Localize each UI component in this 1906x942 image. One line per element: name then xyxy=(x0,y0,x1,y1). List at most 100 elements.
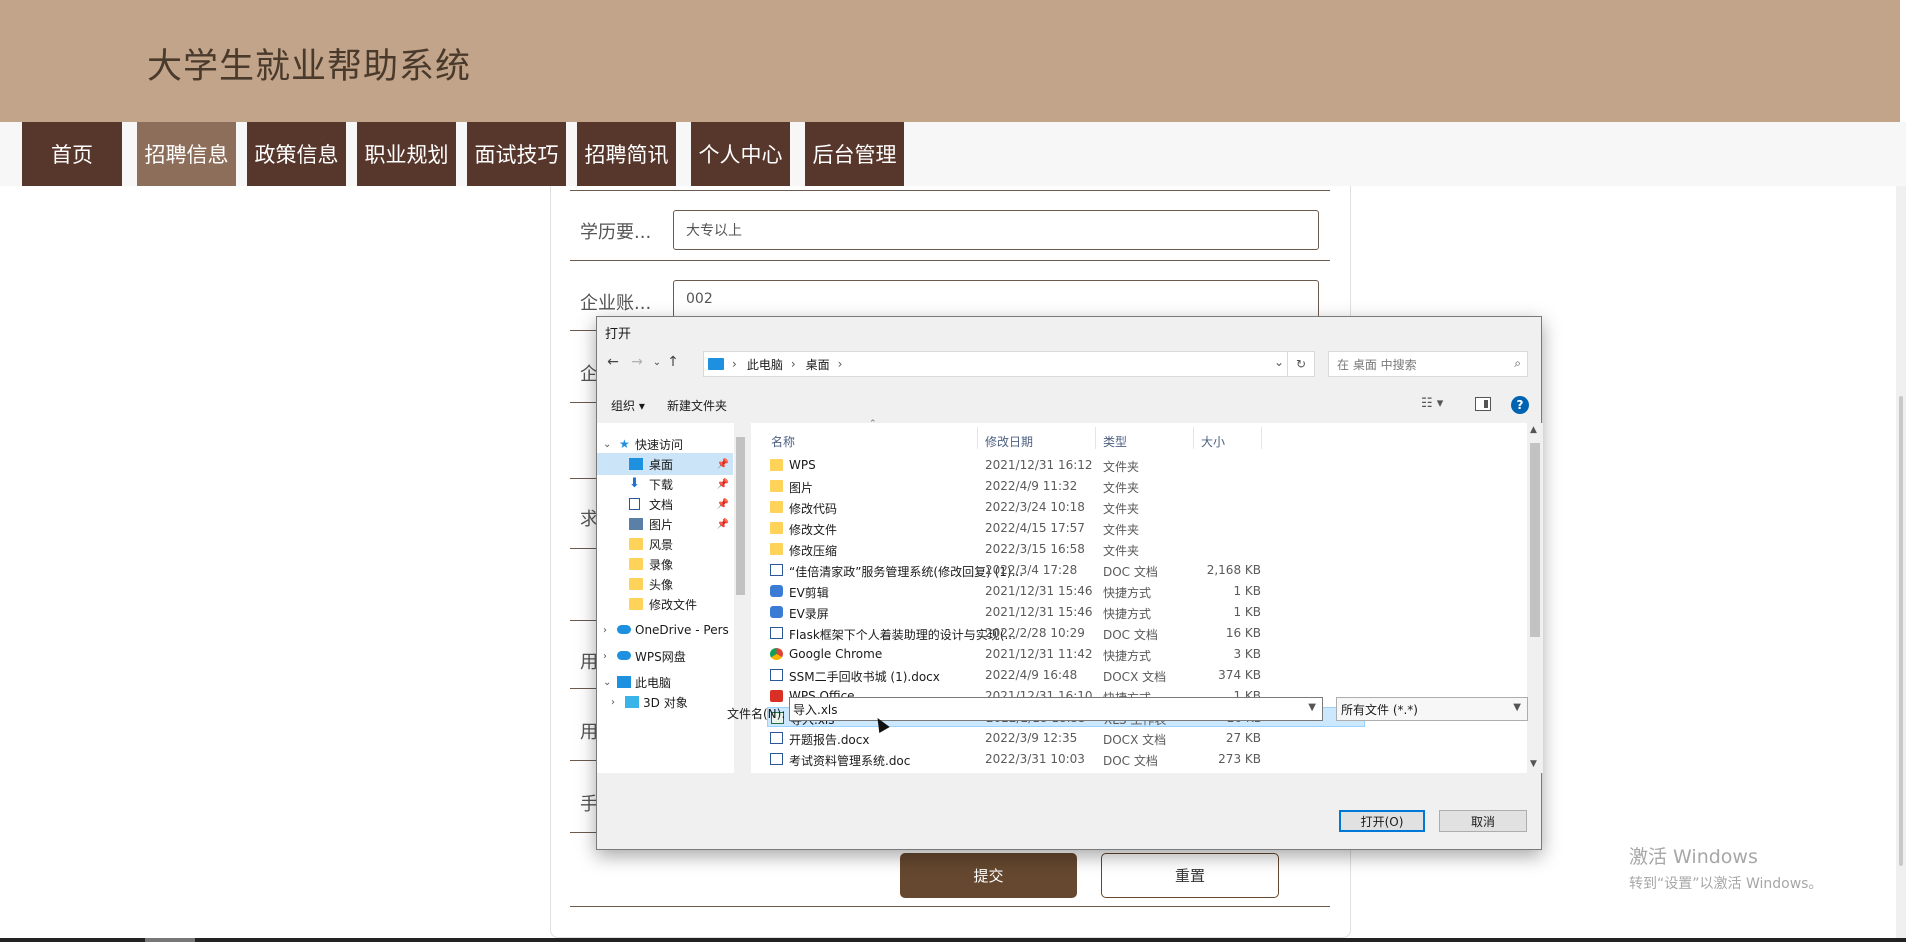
folder-icon xyxy=(629,578,643,590)
file-row[interactable]: WPS 2021/12/31 16:12 文件夹 xyxy=(767,455,1365,475)
file-row[interactable]: Flask框架下个人着装助理的设计与实现(... 2022/2/28 10:29 D… xyxy=(767,623,1365,643)
doc-icon xyxy=(770,669,783,681)
chevron-right-icon[interactable]: › xyxy=(603,625,607,636)
file-row[interactable]: 修改压缩 2022/3/15 16:58 文件夹 xyxy=(767,539,1365,559)
nav-folder-modified-files[interactable]: 修改文件 xyxy=(597,593,733,615)
nav-desktop[interactable]: 桌面 📌 xyxy=(597,453,733,475)
watermark-line2: 转到“设置”以激活 Windows。 xyxy=(1629,876,1823,892)
pin-icon: 📌 xyxy=(716,498,729,510)
submit-button[interactable]: 提交 xyxy=(900,853,1077,898)
column-header-name[interactable]: 名称 xyxy=(771,433,795,450)
file-row[interactable]: “佳倍清家政”服务管理系统(修改回复) (1)... 2022/3/4 17:28… xyxy=(767,560,1365,580)
folder-icon xyxy=(770,501,783,513)
column-header-type[interactable]: 类型 xyxy=(1103,433,1127,450)
site-header: 大学生就业帮助系统 xyxy=(0,0,1900,122)
nav-pictures[interactable]: 图片 📌 xyxy=(597,513,733,535)
nav-onedrive[interactable]: › OneDrive - Pers xyxy=(597,619,733,641)
page-scrollbar-thumb[interactable] xyxy=(1899,396,1903,866)
column-header-size[interactable]: 大小 xyxy=(1201,433,1225,450)
document-icon xyxy=(629,498,640,510)
file-row[interactable]: EV录屏 2021/12/31 15:46 快捷方式 1 KB xyxy=(767,602,1365,622)
new-folder-button[interactable]: 新建文件夹 xyxy=(667,397,727,414)
help-icon[interactable]: ? xyxy=(1511,396,1529,414)
address-bar[interactable]: › 此电脑 › 桌面 › ⌄ xyxy=(703,351,1293,377)
education-label: 学历要... xyxy=(580,222,652,243)
file-list-scrollbar[interactable]: ▲ ▼ xyxy=(1527,423,1543,773)
divider xyxy=(570,330,598,331)
view-options-icon[interactable]: ☷ ▾ xyxy=(1421,396,1443,411)
wps-icon xyxy=(770,690,783,702)
nav-folder-avatars[interactable]: 头像 xyxy=(597,573,733,595)
forward-arrow-icon[interactable]: → xyxy=(627,351,647,373)
3d-objects-icon xyxy=(625,696,639,708)
file-row[interactable]: 图片 2022/4/9 11:32 文件夹 xyxy=(767,476,1365,496)
nav-documents[interactable]: 文档 📌 xyxy=(597,493,733,515)
picture-icon xyxy=(629,518,643,530)
filename-input[interactable]: 导入.xls ▼ xyxy=(789,697,1323,721)
nav-quick-access[interactable]: ⌄ ★ 快速访问 xyxy=(597,433,733,455)
preview-pane-icon[interactable] xyxy=(1475,397,1491,411)
divider xyxy=(570,620,598,621)
chevron-down-icon[interactable]: ⌄ xyxy=(603,677,611,688)
nav-item-home[interactable]: 首页 xyxy=(22,122,122,186)
taskbar-edge xyxy=(0,938,1906,942)
page-scrollbar[interactable] xyxy=(1896,186,1906,942)
shortcut-icon xyxy=(770,585,783,597)
folder-icon xyxy=(770,522,783,534)
reset-button[interactable]: 重置 xyxy=(1101,853,1279,898)
nav-item-job-briefs[interactable]: 招聘简讯 xyxy=(577,122,676,186)
chrome-icon xyxy=(770,648,783,660)
address-dropdown-icon[interactable]: ⌄ xyxy=(1274,355,1284,369)
search-input[interactable]: 在 桌面 中搜索 ⌕ xyxy=(1328,351,1528,377)
breadcrumb-desktop[interactable]: 桌面 xyxy=(806,356,830,373)
nav-item-recruitment[interactable]: 招聘信息 xyxy=(137,122,236,186)
file-row[interactable]: Google Chrome 2021/12/31 11:42 快捷方式 3 KB xyxy=(767,644,1365,664)
folder-icon xyxy=(770,459,783,471)
nav-item-interview-tips[interactable]: 面试技巧 xyxy=(467,122,566,186)
chevron-down-icon[interactable]: ⌄ xyxy=(603,439,611,450)
onedrive-icon xyxy=(617,625,631,634)
chevron-down-icon[interactable]: ▼ xyxy=(1308,702,1316,713)
nav-item-admin[interactable]: 后台管理 xyxy=(805,122,904,186)
divider xyxy=(570,832,598,833)
file-row[interactable]: 开题报告.docx 2022/3/9 12:35 DOCX 文档 27 KB xyxy=(767,728,1365,748)
open-button[interactable]: 打开(O) xyxy=(1339,810,1425,832)
windows-activation-watermark: 激活 Windows 转到“设置”以激活 Windows。 xyxy=(1629,842,1822,893)
filename-label: 文件名(N): xyxy=(727,707,786,721)
column-header-date[interactable]: 修改日期 xyxy=(985,433,1033,450)
file-type-select[interactable]: 所有文件 (*.*) ▼ xyxy=(1336,697,1528,721)
nav-wps-cloud[interactable]: › WPS网盘 xyxy=(597,645,733,667)
scroll-up-icon[interactable]: ▲ xyxy=(1530,425,1537,435)
doc-icon xyxy=(770,732,783,744)
nav-folder-recordings[interactable]: 录像 xyxy=(597,553,733,575)
back-arrow-icon[interactable]: ← xyxy=(603,351,623,373)
divider xyxy=(570,260,1330,261)
cancel-button[interactable]: 取消 xyxy=(1439,810,1527,832)
nav-item-policy[interactable]: 政策信息 xyxy=(247,122,346,186)
up-arrow-icon[interactable]: ↑ xyxy=(663,351,683,373)
nav-item-career-planning[interactable]: 职业规划 xyxy=(357,122,456,186)
nav-downloads[interactable]: ⬇ 下载 📌 xyxy=(597,473,733,495)
doc-icon xyxy=(770,753,783,765)
breadcrumb-this-pc[interactable]: 此电脑 xyxy=(747,356,783,373)
nav-3d-objects[interactable]: › 3D 对象 xyxy=(597,691,733,713)
account-input[interactable]: 002 xyxy=(673,280,1319,318)
chevron-right-icon[interactable]: › xyxy=(603,651,607,662)
nav-item-personal-center[interactable]: 个人中心 xyxy=(691,122,790,186)
organize-menu[interactable]: 组织 ▾ xyxy=(611,397,645,414)
nav-this-pc[interactable]: ⌄ 此电脑 xyxy=(597,671,733,693)
chevron-down-icon[interactable]: ▼ xyxy=(1513,702,1521,713)
education-input[interactable]: 大专以上 xyxy=(673,210,1319,250)
file-row[interactable]: EV剪辑 2021/12/31 15:46 快捷方式 1 KB xyxy=(767,581,1365,601)
scroll-down-icon[interactable]: ▼ xyxy=(1530,759,1537,769)
nav-folder-scenery[interactable]: 风景 xyxy=(597,533,733,555)
chevron-right-icon[interactable]: › xyxy=(611,697,615,708)
file-row[interactable]: 修改文件 2022/4/15 17:57 文件夹 xyxy=(767,518,1365,538)
file-row[interactable]: 修改代码 2022/3/24 10:18 文件夹 xyxy=(767,497,1365,517)
pin-icon: 📌 xyxy=(716,478,729,490)
refresh-icon[interactable]: ↻ xyxy=(1287,351,1315,377)
divider xyxy=(570,760,598,761)
doc-icon xyxy=(770,627,783,639)
file-row[interactable]: SSM二手回收书城 (1).docx 2022/4/9 16:48 DOCX 文档 3… xyxy=(767,665,1365,685)
file-row[interactable]: 考试资料管理系统.doc 2022/3/31 10:03 DOC 文档 273 KB xyxy=(767,749,1365,769)
